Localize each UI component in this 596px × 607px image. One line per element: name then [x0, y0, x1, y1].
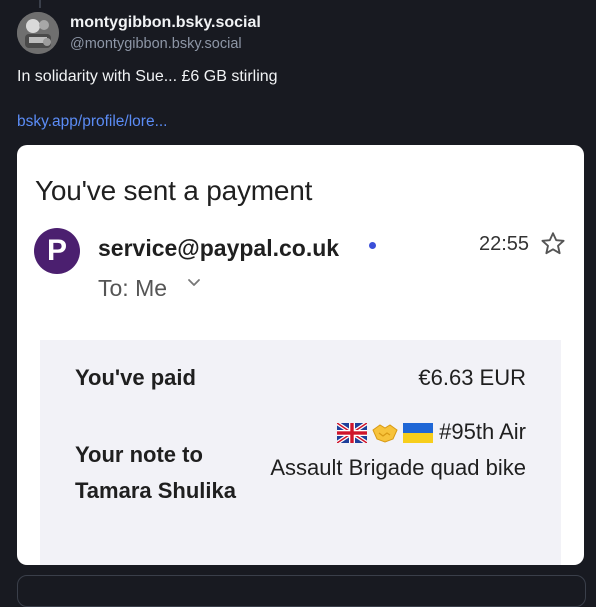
avatar-image	[17, 12, 59, 54]
payment-details: You've paid €6.63 EUR Your note to Tamar…	[40, 340, 561, 565]
recipient: To: Me	[98, 275, 168, 301]
paypal-logo-icon: P	[34, 228, 80, 274]
paid-label: You've paid	[75, 365, 196, 390]
note-value: #95th Air Assault Brigade quad bike	[266, 414, 526, 486]
uk-flag-icon	[337, 423, 368, 444]
paid-value: €6.63 EUR	[418, 365, 526, 390]
sender-email: service@paypal.co.uk	[98, 235, 340, 261]
display-name[interactable]: montygibbon.bsky.social	[70, 14, 261, 32]
thread-line	[39, 0, 41, 8]
note-emojis	[337, 422, 434, 444]
ukraine-flag-icon	[403, 423, 434, 444]
note-label: Your note to Tamara Shulika	[75, 442, 236, 503]
chevron-down-icon	[188, 279, 200, 286]
handle[interactable]: @montygibbon.bsky.social	[70, 36, 242, 52]
next-post-card[interactable]	[17, 575, 586, 607]
email-screenshot-image[interactable]: You've sent a payment P service@paypal.c…	[17, 145, 584, 565]
handshake-icon	[372, 424, 398, 443]
post-link[interactable]: bsky.app/profile/lore...	[17, 113, 167, 131]
email-time: 22:55	[479, 233, 530, 255]
star-icon	[541, 232, 565, 255]
unread-dot	[369, 242, 376, 249]
sender-initial: P	[46, 234, 67, 267]
post-text: In solidarity with Sue... £6 GB stirling	[17, 68, 278, 85]
email-subject: You've sent a payment	[35, 175, 313, 206]
avatar[interactable]	[17, 12, 59, 54]
